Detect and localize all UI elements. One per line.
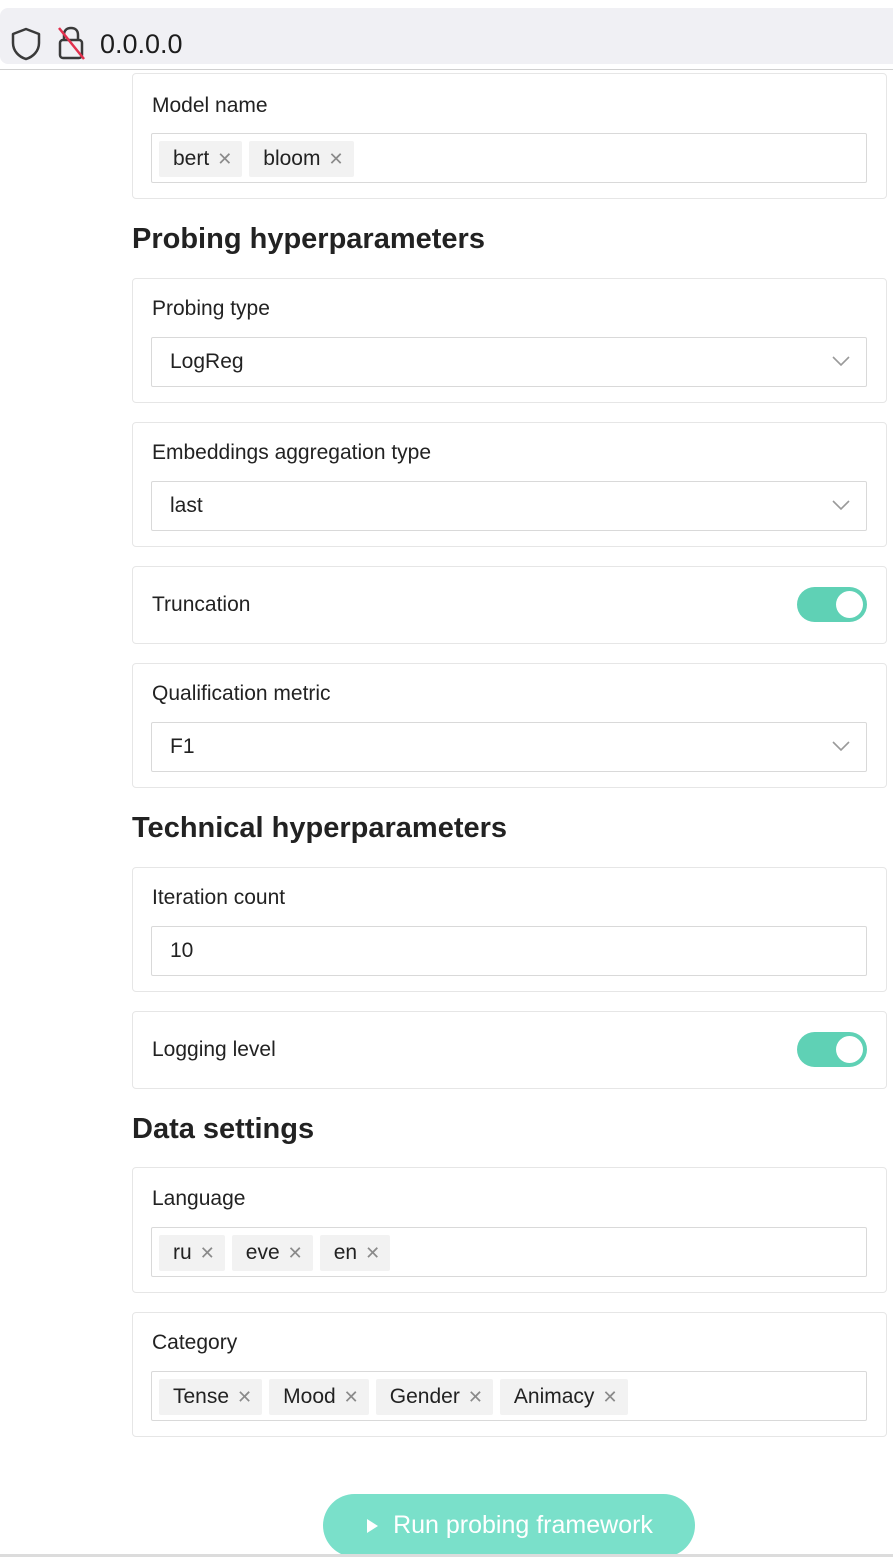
metric-select[interactable]: F1 xyxy=(151,722,867,772)
tag-label: bloom xyxy=(263,147,321,170)
tag-tense: Tense ✕ xyxy=(159,1379,263,1415)
model-name-multiselect[interactable]: bert ✕ bloom ✕ xyxy=(151,133,867,183)
category-multiselect[interactable]: Tense ✕ Mood ✕ Gender ✕ Animacy ✕ xyxy=(151,1371,867,1421)
language-label: Language xyxy=(152,1187,246,1210)
section-title-probing: Probing hyperparameters xyxy=(132,223,485,255)
remove-tag-icon[interactable]: ✕ xyxy=(365,1244,380,1262)
metric-label: Qualification metric xyxy=(152,682,331,705)
remove-tag-icon[interactable]: ✕ xyxy=(602,1388,617,1406)
toggle-knob xyxy=(836,591,863,618)
tag-label: Tense xyxy=(173,1385,230,1408)
metric-value: F1 xyxy=(170,735,195,758)
section-title-data: Data settings xyxy=(132,1113,315,1145)
run-probing-button[interactable]: Run probing framework xyxy=(323,1494,695,1557)
truncation-label: Truncation xyxy=(152,593,251,616)
chevron-down-icon xyxy=(832,500,850,511)
tag-bloom: bloom ✕ xyxy=(249,141,354,177)
remove-tag-icon[interactable]: ✕ xyxy=(468,1388,483,1406)
tag-label: Mood xyxy=(283,1385,336,1408)
remove-tag-icon[interactable]: ✕ xyxy=(288,1244,303,1262)
toggle-knob xyxy=(836,1036,863,1063)
iteration-count-label: Iteration count xyxy=(152,886,286,909)
model-name-label: Model name xyxy=(152,94,268,117)
truncation-toggle[interactable] xyxy=(797,587,867,622)
browser-urlbar: 0.0.0.0 xyxy=(0,0,893,70)
iteration-count-card: Iteration count 10 xyxy=(132,867,887,992)
remove-tag-icon[interactable]: ✕ xyxy=(200,1244,215,1262)
play-icon xyxy=(367,1518,379,1533)
chevron-down-icon xyxy=(832,741,850,752)
remove-tag-icon[interactable]: ✕ xyxy=(328,150,343,168)
probing-type-label: Probing type xyxy=(152,297,270,320)
logging-level-toggle[interactable] xyxy=(797,1032,867,1067)
iteration-count-input[interactable]: 10 xyxy=(151,926,867,976)
url-text[interactable]: 0.0.0.0 xyxy=(100,28,183,60)
probing-type-select[interactable]: LogReg xyxy=(151,337,867,387)
tag-animacy: Animacy ✕ xyxy=(499,1379,628,1415)
lock-insecure-icon[interactable] xyxy=(56,25,86,61)
probing-type-value: LogReg xyxy=(170,350,244,373)
tag-label: Animacy xyxy=(513,1385,595,1408)
aggregation-card: Embeddings aggregation type last xyxy=(132,422,887,547)
shield-icon[interactable] xyxy=(10,27,42,61)
remove-tag-icon[interactable]: ✕ xyxy=(344,1388,359,1406)
remove-tag-icon[interactable]: ✕ xyxy=(217,150,232,168)
logging-level-label: Logging level xyxy=(152,1038,276,1061)
tag-eve: eve ✕ xyxy=(231,1235,313,1271)
tag-bert: bert ✕ xyxy=(159,141,243,177)
tag-label: en xyxy=(333,1241,358,1264)
remove-tag-icon[interactable]: ✕ xyxy=(237,1388,252,1406)
aggregation-label: Embeddings aggregation type xyxy=(152,441,432,464)
model-name-card: Model name bert ✕ bloom ✕ xyxy=(132,73,887,199)
category-label: Category xyxy=(152,1331,238,1354)
tag-mood: Mood ✕ xyxy=(269,1379,369,1415)
tag-label: Gender xyxy=(389,1385,460,1408)
tag-en: en ✕ xyxy=(319,1235,391,1271)
iteration-count-value: 10 xyxy=(170,939,194,962)
language-card: Language ru ✕ eve ✕ en ✕ xyxy=(132,1167,887,1293)
url-field[interactable]: 0.0.0.0 xyxy=(0,8,893,64)
aggregation-select[interactable]: last xyxy=(151,481,867,531)
probing-type-card: Probing type LogReg xyxy=(132,278,887,403)
metric-card: Qualification metric F1 xyxy=(132,663,887,788)
chevron-down-icon xyxy=(832,356,850,367)
truncation-card: Truncation xyxy=(132,566,887,644)
tag-label: eve xyxy=(245,1241,280,1264)
logging-level-card: Logging level xyxy=(132,1011,887,1089)
tag-ru: ru ✕ xyxy=(159,1235,225,1271)
tag-label: bert xyxy=(173,147,210,170)
section-title-technical: Technical hyperparameters xyxy=(132,812,508,844)
tag-label: ru xyxy=(173,1241,192,1264)
language-multiselect[interactable]: ru ✕ eve ✕ en ✕ xyxy=(151,1227,867,1277)
run-button-label: Run probing framework xyxy=(393,1511,653,1539)
aggregation-value: last xyxy=(170,494,203,517)
category-card: Category Tense ✕ Mood ✕ Gender ✕ Animacy… xyxy=(132,1312,887,1437)
tag-gender: Gender ✕ xyxy=(375,1379,493,1415)
